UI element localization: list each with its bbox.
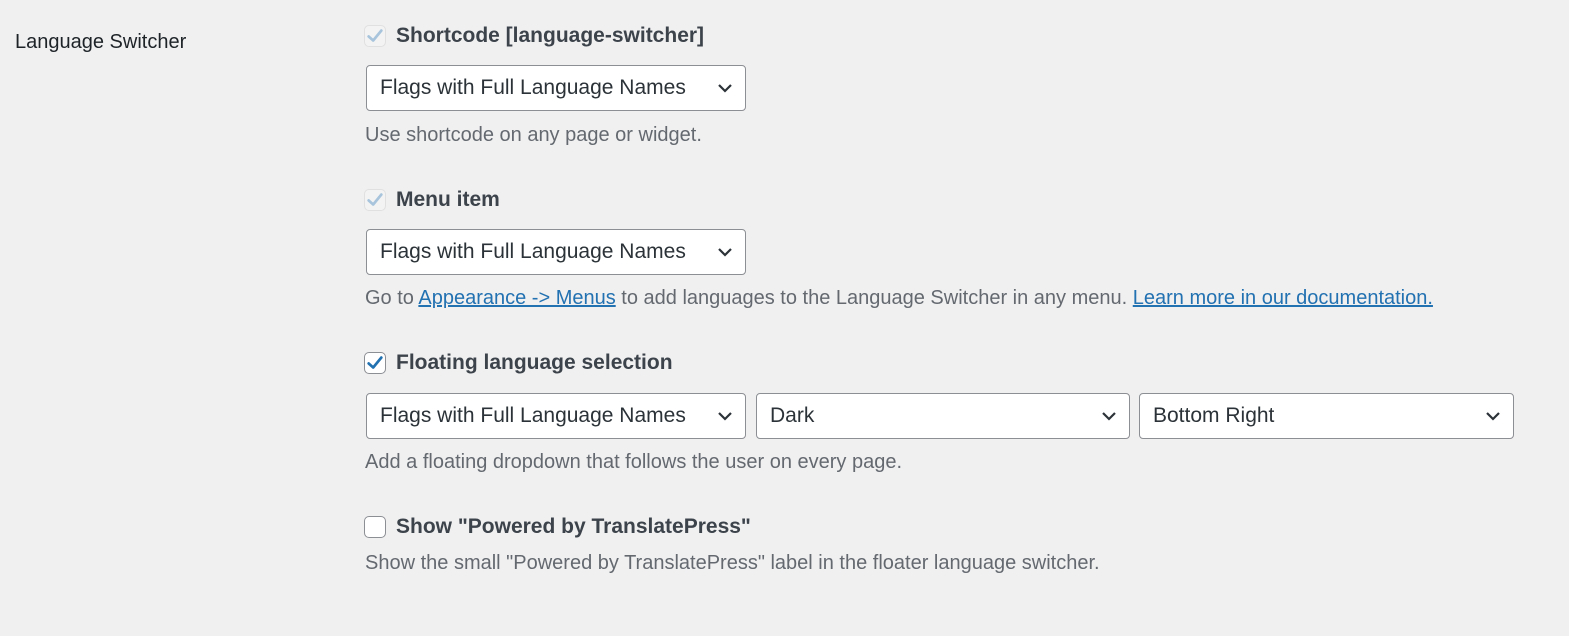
floating-position-value: Bottom Right	[1153, 404, 1275, 427]
powered-by-checkbox-row: Show "Powered by TranslatePress"	[364, 514, 751, 540]
floating-checkbox-label: Floating language selection	[396, 351, 673, 374]
shortcode-style-select[interactable]: Flags with Full Language Names	[366, 65, 746, 111]
powered-by-description: Show the small "Powered by TranslatePres…	[365, 552, 1100, 574]
shortcode-description: Use shortcode on any page or widget.	[365, 124, 702, 146]
floating-description: Add a floating dropdown that follows the…	[365, 451, 903, 473]
floating-style-value: Flags with Full Language Names	[380, 404, 686, 427]
menu-item-style-value: Flags with Full Language Names	[380, 240, 686, 263]
menu-item-checkbox[interactable]	[364, 189, 386, 211]
chevron-down-icon	[718, 412, 732, 421]
checkmark-icon	[367, 356, 383, 369]
shortcode-style-value: Flags with Full Language Names	[380, 76, 686, 99]
floating-checkbox-row: Floating language selection	[364, 350, 673, 376]
floating-theme-select[interactable]: Dark	[756, 393, 1130, 439]
powered-by-checkbox[interactable]	[364, 516, 386, 538]
shortcode-checkbox-row: Shortcode [language-switcher]	[364, 23, 704, 49]
shortcode-checkbox[interactable]	[364, 25, 386, 47]
floating-style-select[interactable]: Flags with Full Language Names	[366, 393, 746, 439]
description-text: Go to	[365, 287, 419, 309]
checkmark-icon	[367, 193, 383, 206]
section-label: Language Switcher	[15, 31, 187, 53]
appearance-menus-link[interactable]: Appearance -> Menus	[418, 287, 615, 309]
chevron-down-icon	[1102, 412, 1116, 421]
menu-item-style-select[interactable]: Flags with Full Language Names	[366, 229, 746, 275]
floating-theme-value: Dark	[770, 404, 815, 427]
description-text: to add languages to the Language Switche…	[615, 287, 1133, 309]
chevron-down-icon	[718, 248, 732, 257]
menu-item-description: Go to Appearance -> Menus to add languag…	[365, 287, 1433, 310]
checkmark-icon	[367, 29, 383, 42]
powered-by-checkbox-label: Show "Powered by TranslatePress"	[396, 515, 751, 538]
shortcode-checkbox-label: Shortcode [language-switcher]	[396, 24, 705, 47]
menu-item-checkbox-label: Menu item	[396, 188, 500, 211]
menu-item-checkbox-row: Menu item	[364, 187, 500, 213]
floating-position-select[interactable]: Bottom Right	[1139, 393, 1514, 439]
floating-checkbox[interactable]	[364, 352, 386, 374]
chevron-down-icon	[718, 84, 732, 93]
chevron-down-icon	[1486, 412, 1500, 421]
documentation-link[interactable]: Learn more in our documentation.	[1133, 287, 1433, 309]
